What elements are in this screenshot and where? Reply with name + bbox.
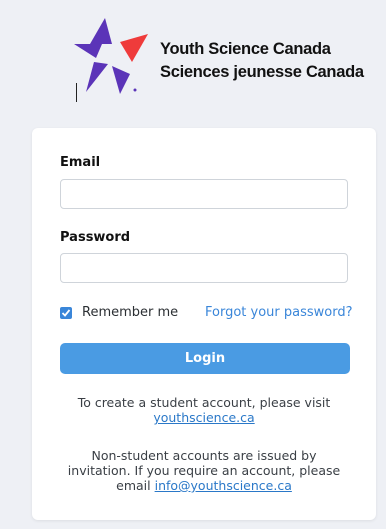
forgot-password-link[interactable]: Forgot your password? <box>205 305 353 320</box>
login-button[interactable]: Login <box>60 343 350 374</box>
login-card: Email Password Remember me Forgot your p… <box>32 128 376 520</box>
star-logo-icon <box>74 18 148 94</box>
student-account-info: To create a student account, please visi… <box>60 395 348 425</box>
remember-me-checkbox[interactable] <box>60 307 72 319</box>
text-cursor <box>76 83 77 102</box>
email-label: Email <box>60 155 101 170</box>
nonstudent-account-info: Non-student accounts are issued by invit… <box>60 448 348 493</box>
brand-name-en: Youth Science Canada <box>160 40 331 58</box>
email-field[interactable] <box>60 179 348 209</box>
remember-me-label[interactable]: Remember me <box>82 305 178 320</box>
password-field[interactable] <box>60 253 348 283</box>
password-label: Password <box>60 230 131 245</box>
info-email-link[interactable]: info@youthscience.ca <box>155 478 292 493</box>
youthscience-link[interactable]: youthscience.ca <box>153 410 254 425</box>
student-account-text: To create a student account, please visi… <box>77 395 331 410</box>
header: Youth Science Canada Sciences jeunesse C… <box>0 0 386 118</box>
brand-name-fr: Sciences jeunesse Canada <box>160 63 364 81</box>
checkmark-icon <box>61 309 71 317</box>
